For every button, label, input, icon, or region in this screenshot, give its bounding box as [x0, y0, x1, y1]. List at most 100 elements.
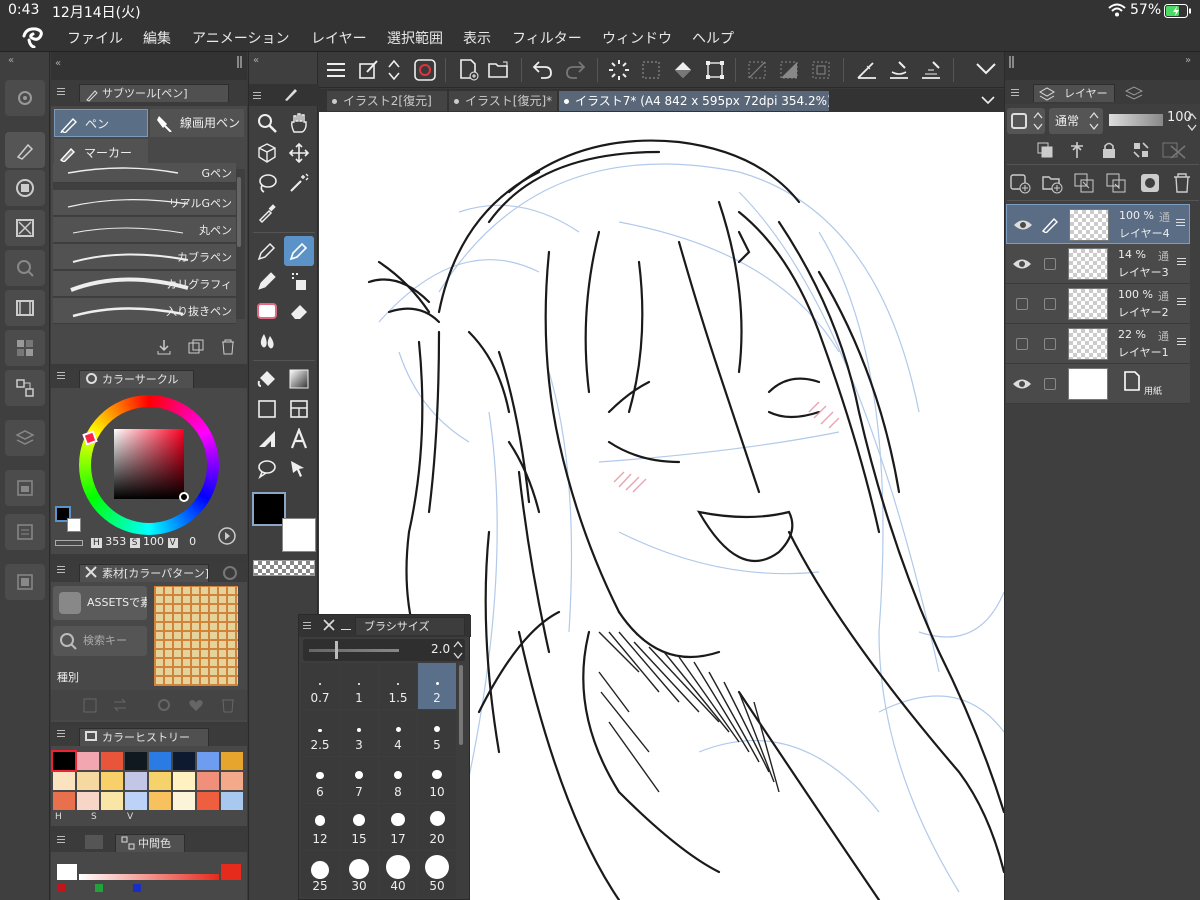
figure-tool-icon[interactable]: [252, 394, 282, 424]
magic-wand-icon[interactable]: [284, 168, 314, 198]
brush-size-scrollbar[interactable]: [459, 665, 463, 745]
intermediate-blue-dot[interactable]: [133, 884, 141, 892]
selection-clear-icon[interactable]: [745, 58, 769, 82]
brush-item-calligraphy[interactable]: カリグラフィ: [53, 271, 236, 297]
replace-icon[interactable]: [111, 696, 129, 714]
lock-checkbox[interactable]: [1044, 258, 1056, 270]
merge-down-icon[interactable]: [1105, 172, 1127, 194]
layer-row[interactable]: 14 % 通レイヤー3: [1006, 244, 1190, 284]
canvas-tab-active[interactable]: イラスト7* (A4 842 x 595px 72dpi 354.2%): [559, 91, 829, 111]
history-swatch[interactable]: [221, 772, 243, 790]
intermediate-end-swatch[interactable]: [221, 864, 241, 880]
rail-panel-2-icon[interactable]: [5, 514, 45, 550]
pencil-tool-icon[interactable]: [252, 266, 282, 296]
history-swatch[interactable]: [173, 772, 195, 790]
brush-item-kabura-pen[interactable]: カブラペン: [53, 244, 236, 270]
layer-menu-icon[interactable]: [1177, 258, 1186, 259]
collapse-left-icon[interactable]: «: [8, 55, 14, 66]
brush-size-slider-handle[interactable]: [335, 641, 338, 659]
history-swatch[interactable]: [101, 772, 123, 790]
layer-row[interactable]: 100 % 通レイヤー2: [1006, 284, 1190, 324]
panel-handle-icon[interactable]: [1009, 56, 1011, 68]
rail-timeline-icon[interactable]: [5, 290, 45, 326]
color-circle-mode-icon[interactable]: [217, 526, 237, 546]
lock-icon[interactable]: [1099, 140, 1119, 160]
layer-menu-icon[interactable]: [1177, 338, 1186, 339]
intermediate-gradient[interactable]: [79, 874, 219, 880]
text-tool-icon[interactable]: [284, 424, 314, 454]
menu-window[interactable]: ウィンドウ: [602, 28, 672, 48]
material-trash-icon[interactable]: [219, 696, 237, 714]
lock-transparent-icon[interactable]: [1131, 140, 1151, 160]
menu-filter[interactable]: フィルター: [512, 28, 582, 48]
brush-size-option[interactable]: 30: [340, 851, 378, 897]
layer-row[interactable]: 22 % 通レイヤー1: [1006, 324, 1190, 364]
fill-tool-icon[interactable]: [252, 364, 282, 394]
chevron-down-icon[interactable]: [975, 60, 997, 76]
layer-mask-toggle[interactable]: [1007, 108, 1045, 134]
brush-item-gpen[interactable]: Gペン: [53, 163, 236, 183]
brush-size-option[interactable]: 5: [418, 710, 456, 756]
panel-menu-icon[interactable]: [57, 730, 65, 731]
brush-item-real-gpen[interactable]: リアルGペン: [53, 190, 236, 216]
brush-size-option[interactable]: 1.5: [379, 663, 417, 709]
blend-mode-select[interactable]: 通常: [1049, 108, 1103, 134]
opacity-slider[interactable]: [1109, 114, 1163, 126]
invert-selection-icon[interactable]: [777, 58, 801, 82]
heart-icon[interactable]: [187, 696, 205, 714]
brush-list-scrollbar[interactable]: [237, 177, 241, 247]
ruler-snap-icon[interactable]: [855, 58, 879, 82]
minimize-icon[interactable]: [341, 629, 351, 630]
subtool-group-pen[interactable]: ペン: [54, 109, 148, 137]
history-swatch[interactable]: [125, 792, 147, 810]
brush-size-option[interactable]: 7: [340, 757, 378, 803]
hamburger-menu-icon[interactable]: [325, 60, 347, 80]
clear-selection-icon[interactable]: [639, 58, 663, 82]
transfer-down-icon[interactable]: [1073, 172, 1095, 194]
reference-layer-icon[interactable]: [1067, 140, 1087, 160]
eyedropper-icon[interactable]: [252, 198, 282, 228]
intermediate-green-dot[interactable]: [95, 884, 103, 892]
eye-icon[interactable]: [1013, 218, 1033, 232]
history-swatch[interactable]: [197, 752, 219, 770]
brush-size-option[interactable]: 15: [340, 804, 378, 850]
panel-menu-icon[interactable]: [253, 92, 261, 93]
panel-menu-icon[interactable]: [1011, 89, 1019, 90]
brush-tool-icon[interactable]: [252, 296, 282, 326]
layer-row[interactable]: 100 % 通レイヤー4: [1006, 204, 1190, 244]
history-swatch[interactable]: [101, 752, 123, 770]
blend-tool-icon[interactable]: [252, 326, 282, 356]
edit-tool-icon[interactable]: [357, 58, 381, 82]
subtool-group-lineart-pen[interactable]: 線画用ペン: [150, 109, 244, 137]
history-swatch[interactable]: [149, 792, 171, 810]
history-swatch[interactable]: [53, 772, 75, 790]
hand-tool-icon[interactable]: [284, 108, 314, 138]
delete-layer-icon[interactable]: [1171, 172, 1193, 194]
sub-color-swatch[interactable]: [67, 518, 81, 532]
canvas-tab-2[interactable]: イラスト[復元]*: [449, 91, 557, 111]
intermediate-start-swatch[interactable]: [57, 864, 77, 880]
panel-menu-icon[interactable]: [57, 88, 65, 89]
history-swatch[interactable]: [149, 752, 171, 770]
brush-size-slider[interactable]: 2.0: [303, 639, 465, 661]
history-swatch[interactable]: [101, 792, 123, 810]
layer-mask-icon[interactable]: [1139, 172, 1161, 194]
intermediate-red-dot[interactable]: [57, 884, 65, 892]
brush-size-option[interactable]: 25: [301, 851, 339, 897]
collapse-right-icon[interactable]: »: [1185, 55, 1191, 66]
brush-size-option[interactable]: 20: [418, 804, 456, 850]
download-icon[interactable]: [155, 338, 173, 356]
rail-settings-icon[interactable]: [5, 80, 45, 116]
eye-icon[interactable]: [1012, 257, 1032, 271]
history-swatch[interactable]: [221, 752, 243, 770]
layer-property-tab-icon[interactable]: [1125, 86, 1143, 100]
menu-animation[interactable]: アニメーション: [192, 28, 289, 48]
app-logo-icon[interactable]: [20, 26, 46, 48]
grid-snap-icon[interactable]: [919, 58, 943, 82]
brush-size-option[interactable]: 3: [340, 710, 378, 756]
brush-size-option[interactable]: 6: [301, 757, 339, 803]
main-drawing-color[interactable]: [252, 492, 286, 526]
rail-layout-icon[interactable]: [5, 370, 45, 406]
toggle-arrows-icon[interactable]: [387, 58, 401, 82]
rail-search-icon[interactable]: [5, 250, 45, 286]
